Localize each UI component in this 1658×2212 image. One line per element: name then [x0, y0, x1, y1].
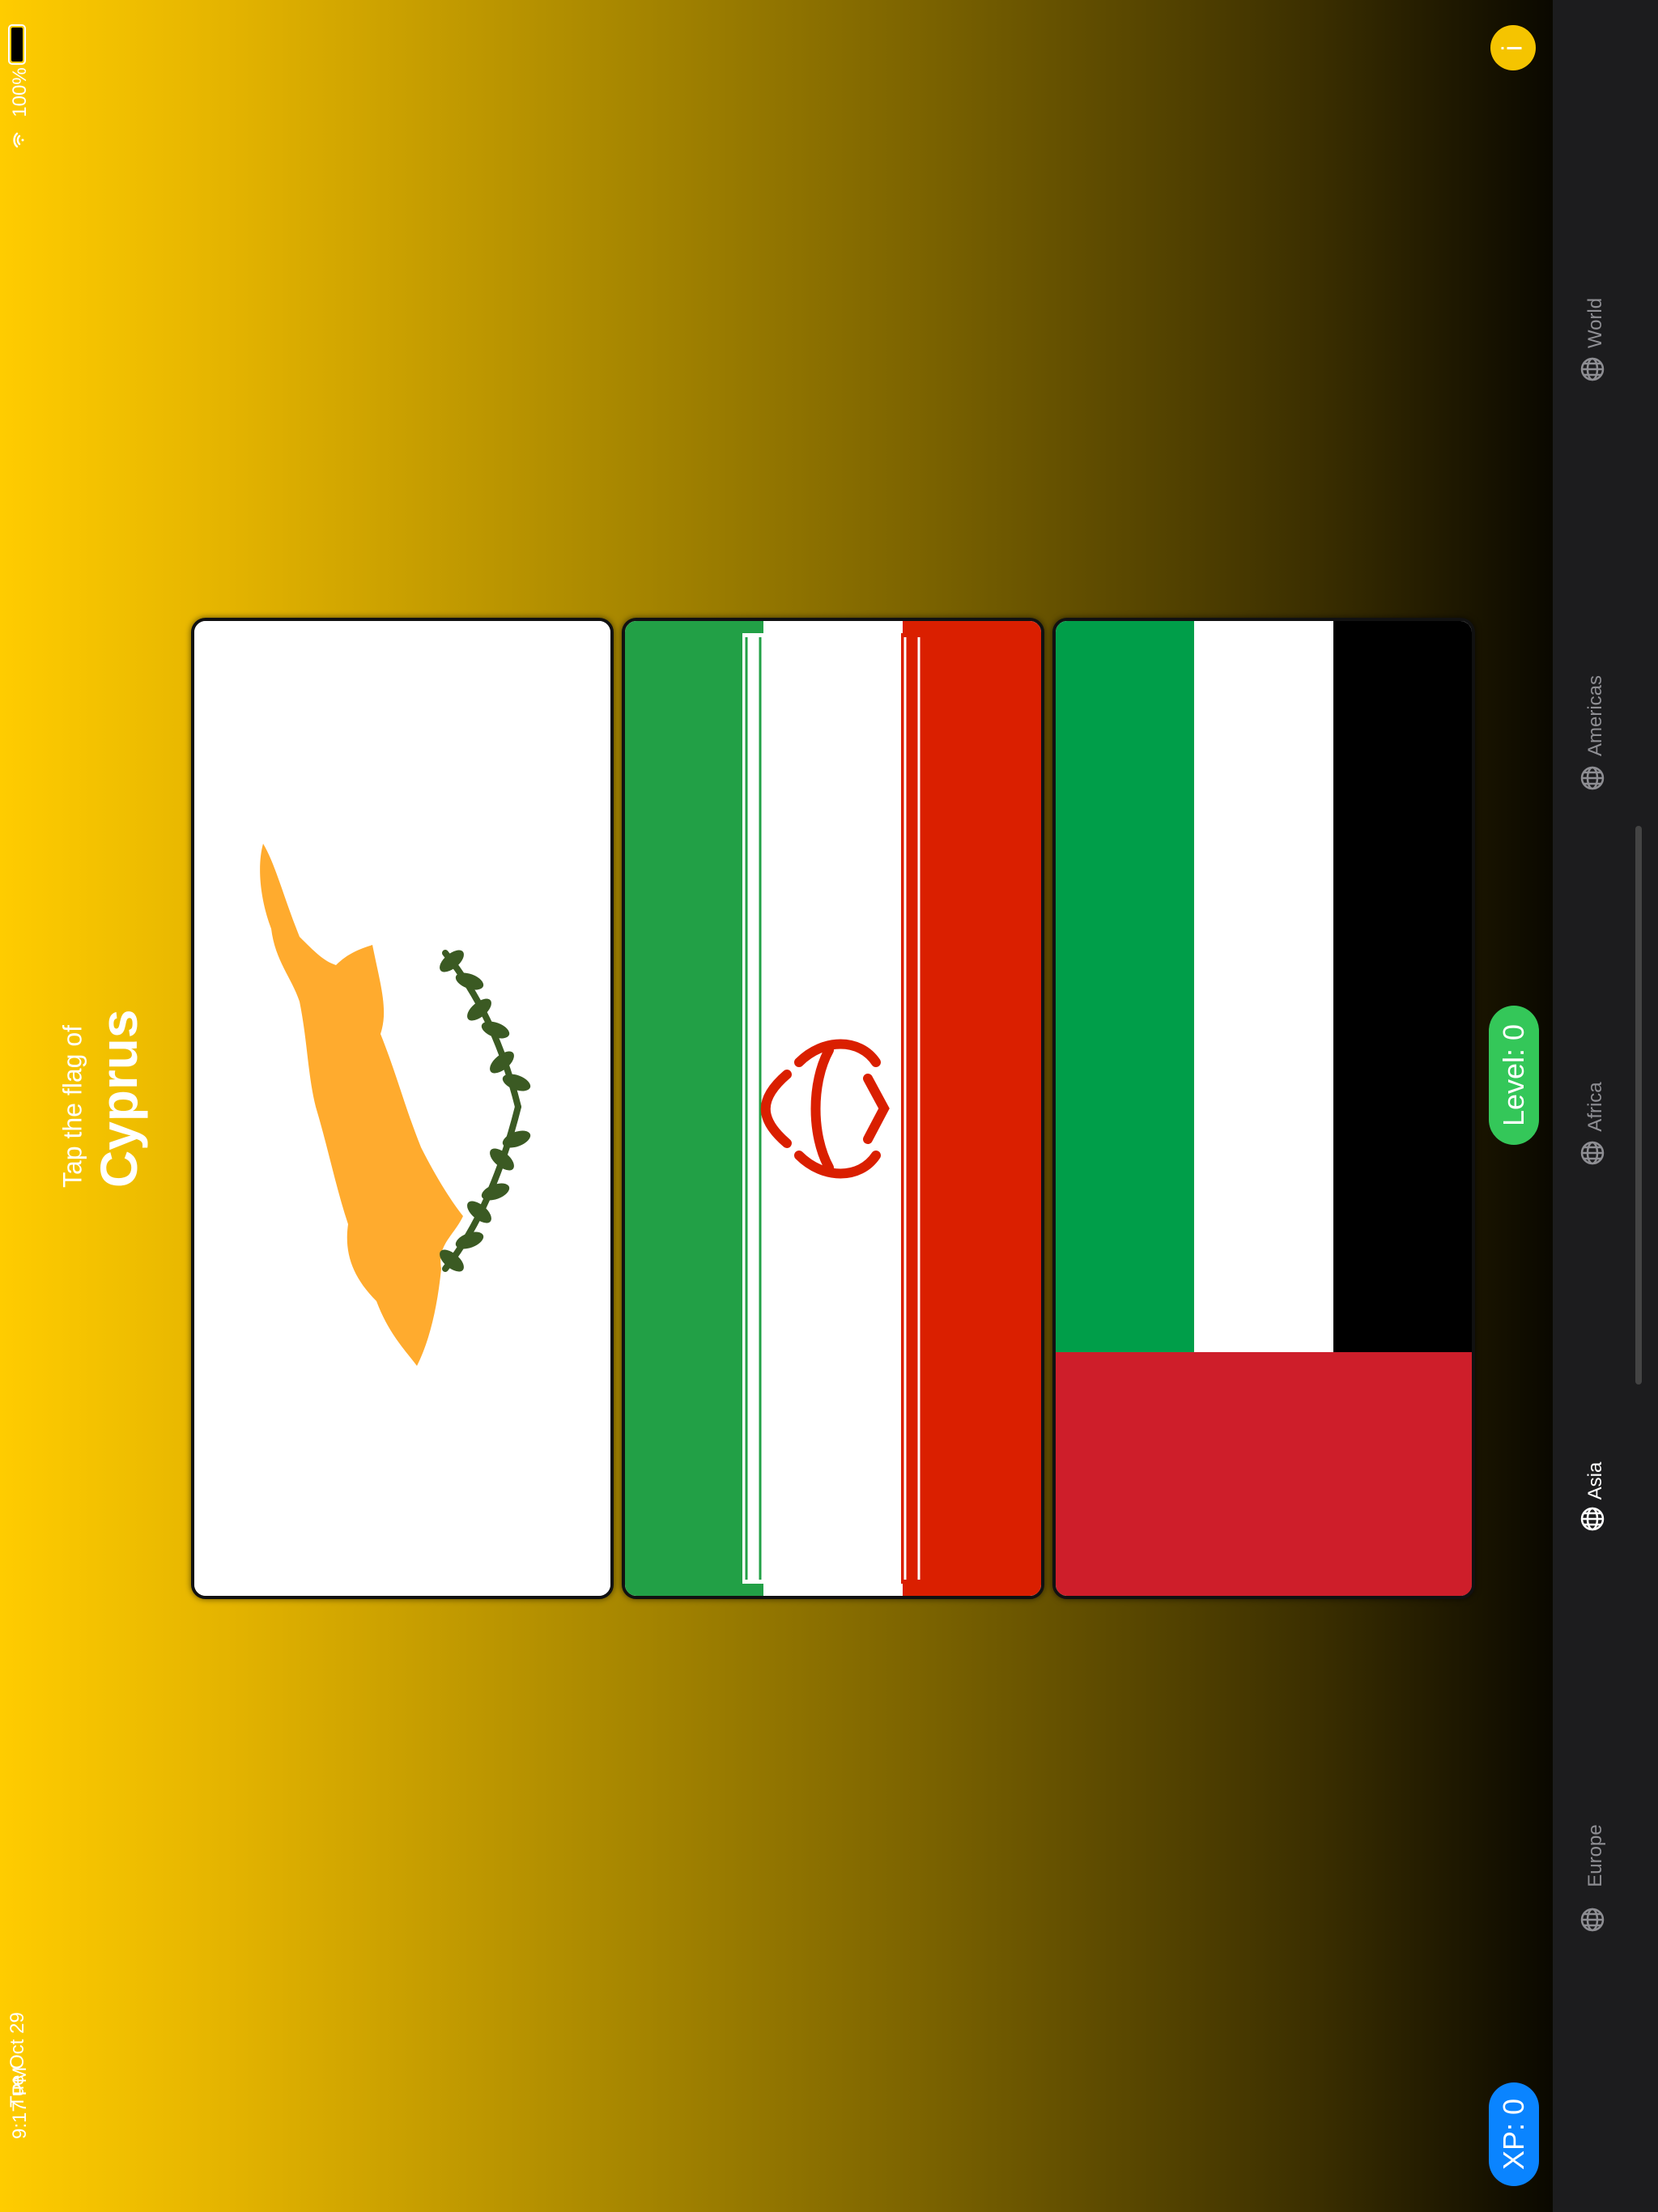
tab-europe[interactable]: Europe — [1575, 1806, 1616, 1935]
tab-label-world: World — [1584, 297, 1606, 349]
globe-icon — [1579, 1506, 1605, 1536]
tab-africa[interactable]: Africa — [1575, 1069, 1616, 1174]
scroll-indicator[interactable] — [1635, 826, 1642, 1385]
tab-label-americas: Americas — [1584, 674, 1606, 757]
xp-badge: XP: 0 — [1489, 2082, 1539, 2186]
wifi-icon — [10, 131, 28, 153]
tab-world[interactable]: World — [1575, 283, 1616, 389]
globe-icon — [1579, 1907, 1605, 1937]
tab-label-africa: Africa — [1584, 1082, 1606, 1132]
globe-icon — [1579, 1140, 1605, 1170]
battery-percent: 100% — [9, 67, 31, 117]
prompt-country: Cyprus — [90, 1009, 148, 1189]
tab-asia[interactable]: Asia — [1575, 1449, 1616, 1538]
info-button[interactable]: i — [1490, 25, 1536, 70]
cyprus-flag — [194, 621, 610, 1596]
info-icon: i — [1497, 45, 1528, 51]
kuwait-flag — [1056, 621, 1472, 1596]
iran-flag — [625, 621, 1041, 1596]
level-badge: Level: 0 — [1489, 1006, 1539, 1145]
flag-card-cyprus[interactable] — [191, 618, 614, 1599]
flag-card-iran[interactable] — [622, 618, 1044, 1599]
prompt-instruction: Tap the flag of — [57, 1024, 87, 1189]
tab-americas[interactable]: Americas — [1575, 660, 1616, 798]
status-date: Tue Oct 29 — [6, 2012, 28, 2108]
globe-icon — [1579, 356, 1605, 386]
globe-icon — [1579, 765, 1605, 795]
battery-icon — [8, 24, 26, 65]
tab-label-europe: Europe — [1584, 1824, 1606, 1887]
flag-card-kuwait[interactable] — [1052, 618, 1475, 1599]
